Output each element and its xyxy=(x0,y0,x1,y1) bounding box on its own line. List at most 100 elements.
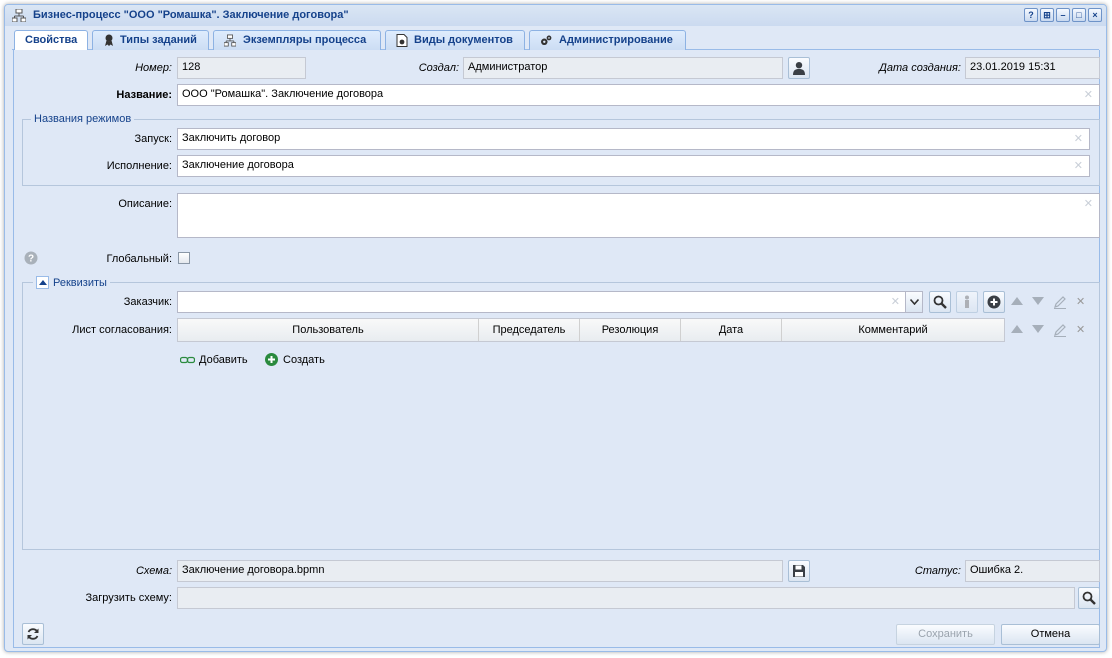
save-button[interactable]: Сохранить xyxy=(896,624,995,645)
business-process-window: Бизнес-процесс "ООО "Ромашка". Заключени… xyxy=(4,4,1107,652)
minimize-icon[interactable]: – xyxy=(1056,8,1070,22)
launch-input[interactable]: Заключить договор ✕ xyxy=(177,128,1090,150)
help-icon[interactable]: ? xyxy=(24,251,38,265)
document-gear-icon xyxy=(396,34,408,47)
approval-label: Лист согласования: xyxy=(72,324,172,336)
select-user-button[interactable] xyxy=(788,57,810,79)
window-titlebar[interactable]: Бизнес-процесс "ООО "Ромашка". Заключени… xyxy=(5,5,1106,26)
save-schema-button[interactable] xyxy=(788,560,810,582)
clear-icon[interactable]: ✕ xyxy=(891,295,900,308)
launch-label: Запуск: xyxy=(134,133,172,145)
chevron-down-icon xyxy=(910,299,919,305)
award-icon xyxy=(105,34,113,46)
global-label: Глобальный: xyxy=(106,253,173,265)
edit-icon[interactable] xyxy=(1053,323,1067,337)
column-header-chairman[interactable]: Председатель xyxy=(479,319,580,341)
number-label: Номер: xyxy=(135,62,172,74)
collapse-icon[interactable] xyxy=(36,276,49,289)
refresh-button[interactable] xyxy=(22,623,44,645)
name-input[interactable]: ООО "Ромашка". Заключение договора ✕ xyxy=(177,84,1100,106)
add-customer-button[interactable] xyxy=(983,291,1005,313)
clear-icon[interactable]: ✕ xyxy=(1074,159,1083,172)
cancel-button[interactable]: Отмена xyxy=(1001,624,1100,645)
clear-icon[interactable]: ✕ xyxy=(1084,197,1093,210)
upload-schema-label: Загрузить схему: xyxy=(85,592,172,604)
search-icon xyxy=(1082,591,1096,605)
tab-label: Типы заданий xyxy=(120,34,197,46)
plus-circle-icon xyxy=(265,353,278,366)
approval-grid-header: Пользователь Председатель Резолюция Дата… xyxy=(177,318,1005,342)
tab-administration[interactable]: Администрирование xyxy=(529,30,686,51)
tab-task-types[interactable]: Типы заданий xyxy=(92,30,209,51)
delete-icon[interactable]: ✕ xyxy=(1076,295,1085,308)
refresh-icon xyxy=(27,628,39,640)
hierarchy-icon xyxy=(224,34,236,47)
edit-icon[interactable] xyxy=(1053,295,1067,309)
link-icon xyxy=(179,356,196,364)
execution-value: Заключение договора xyxy=(182,159,294,171)
schema-label: Схема: xyxy=(135,565,172,577)
schema-field: Заключение договора.bpmn xyxy=(177,560,783,582)
description-textarea[interactable]: ✕ xyxy=(177,193,1100,238)
description-label: Описание: xyxy=(118,198,172,210)
name-value: ООО "Ромашка". Заключение договора xyxy=(182,88,384,100)
person-icon xyxy=(965,295,969,308)
close-icon[interactable]: × xyxy=(1088,8,1102,22)
execution-input[interactable]: Заключение договора ✕ xyxy=(177,155,1090,177)
window-title: Бизнес-процесс "ООО "Ромашка". Заключени… xyxy=(33,9,349,21)
create-label: Создать xyxy=(283,354,325,366)
user-icon xyxy=(793,62,805,75)
column-header-date[interactable]: Дата xyxy=(681,319,782,341)
global-checkbox[interactable] xyxy=(178,252,190,264)
binoculars-icon[interactable]: ⊞ xyxy=(1040,8,1054,22)
maximize-icon[interactable]: □ xyxy=(1072,8,1086,22)
delete-icon[interactable]: ✕ xyxy=(1076,323,1085,336)
requisites-legend[interactable]: Реквизиты xyxy=(33,276,110,289)
column-header-resolution[interactable]: Резолюция xyxy=(580,319,681,341)
tab-label: Свойства xyxy=(25,34,78,46)
created-by-field: Администратор xyxy=(463,57,783,79)
tab-strip: Свойства Типы заданий Экземпляры процесс… xyxy=(12,27,1099,52)
move-down-icon[interactable] xyxy=(1032,297,1044,305)
add-label: Добавить xyxy=(199,354,248,366)
created-date-field: 23.01.2019 15:31 xyxy=(965,57,1100,79)
created-date-label: Дата создания: xyxy=(879,62,961,74)
gears-icon xyxy=(541,35,552,46)
browse-schema-button[interactable] xyxy=(1078,587,1100,609)
clear-icon[interactable]: ✕ xyxy=(1084,88,1093,101)
status-field: Ошибка 2. xyxy=(965,560,1100,582)
move-up-icon[interactable] xyxy=(1011,325,1023,333)
create-approver-button[interactable]: Создать xyxy=(265,353,325,366)
tab-document-types[interactable]: Виды документов xyxy=(385,30,525,51)
move-up-icon[interactable] xyxy=(1011,297,1023,305)
plus-circle-icon xyxy=(987,295,1001,309)
column-header-comment[interactable]: Комментарий xyxy=(782,319,1004,341)
hierarchy-icon xyxy=(12,9,26,22)
column-header-user[interactable]: Пользователь xyxy=(178,319,479,341)
created-by-label: Создал: xyxy=(418,62,459,74)
svg-text:?: ? xyxy=(28,254,34,265)
requisites-legend-label: Реквизиты xyxy=(53,276,107,289)
search-customer-button[interactable] xyxy=(929,291,951,313)
dropdown-trigger[interactable] xyxy=(905,292,922,312)
upload-schema-field[interactable] xyxy=(177,587,1075,609)
person-card-button[interactable] xyxy=(956,291,978,313)
move-down-icon[interactable] xyxy=(1032,325,1044,333)
tab-process-instances[interactable]: Экземпляры процесса xyxy=(213,30,381,51)
execution-label: Исполнение: xyxy=(106,160,172,172)
floppy-disk-icon xyxy=(793,565,805,577)
name-label: Название: xyxy=(116,89,172,101)
tab-properties[interactable]: Свойства xyxy=(14,30,88,52)
properties-panel: Номер: 128 Создал: Администратор Дата со… xyxy=(13,50,1100,648)
search-icon xyxy=(933,295,947,309)
tab-label: Экземпляры процесса xyxy=(243,34,367,46)
help-icon[interactable]: ? xyxy=(1024,8,1038,22)
window-controls: ? ⊞ – □ × xyxy=(1024,8,1102,22)
clear-icon[interactable]: ✕ xyxy=(1074,132,1083,145)
modes-legend: Названия режимов xyxy=(31,113,135,125)
add-approver-button[interactable]: Добавить xyxy=(179,354,248,366)
customer-combobox[interactable]: ✕ xyxy=(177,291,923,313)
tab-label: Виды документов xyxy=(414,34,513,46)
tab-label: Администрирование xyxy=(559,34,673,46)
status-label: Статус: xyxy=(914,565,961,577)
